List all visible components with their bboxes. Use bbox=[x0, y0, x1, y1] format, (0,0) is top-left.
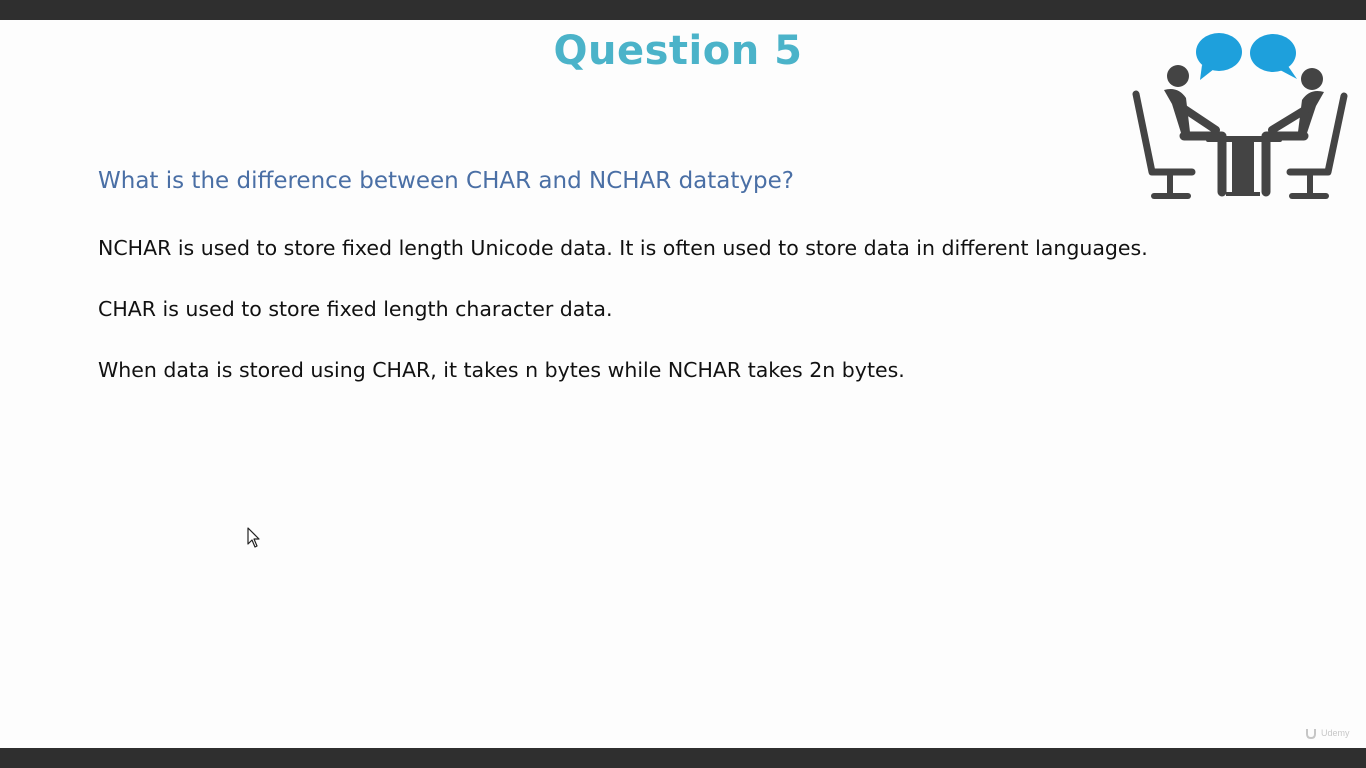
video-top-bar bbox=[0, 0, 1366, 20]
watermark-text: Udemy bbox=[1321, 728, 1350, 738]
answer-line-3: When data is stored using CHAR, it takes… bbox=[98, 358, 905, 382]
table-icon bbox=[1206, 136, 1282, 196]
video-bottom-bar bbox=[0, 748, 1366, 768]
person-left-icon bbox=[1132, 65, 1227, 199]
interview-people-talking-icon bbox=[1132, 33, 1348, 199]
mouse-cursor-icon bbox=[247, 527, 260, 548]
speech-bubble-icon bbox=[1250, 34, 1297, 79]
udemy-logo-icon bbox=[1306, 729, 1316, 740]
answer-line-1: NCHAR is used to store fixed length Unic… bbox=[98, 236, 1148, 260]
answer-line-2: CHAR is used to store fixed length chara… bbox=[98, 297, 613, 321]
question-text: What is the difference between CHAR and … bbox=[98, 168, 794, 194]
person-right-icon bbox=[1261, 68, 1348, 199]
udemy-watermark: Udemy bbox=[1304, 726, 1350, 740]
presentation-slide: Question 5 What is the difference betwee… bbox=[0, 20, 1366, 748]
speech-bubble-icon bbox=[1196, 33, 1242, 80]
